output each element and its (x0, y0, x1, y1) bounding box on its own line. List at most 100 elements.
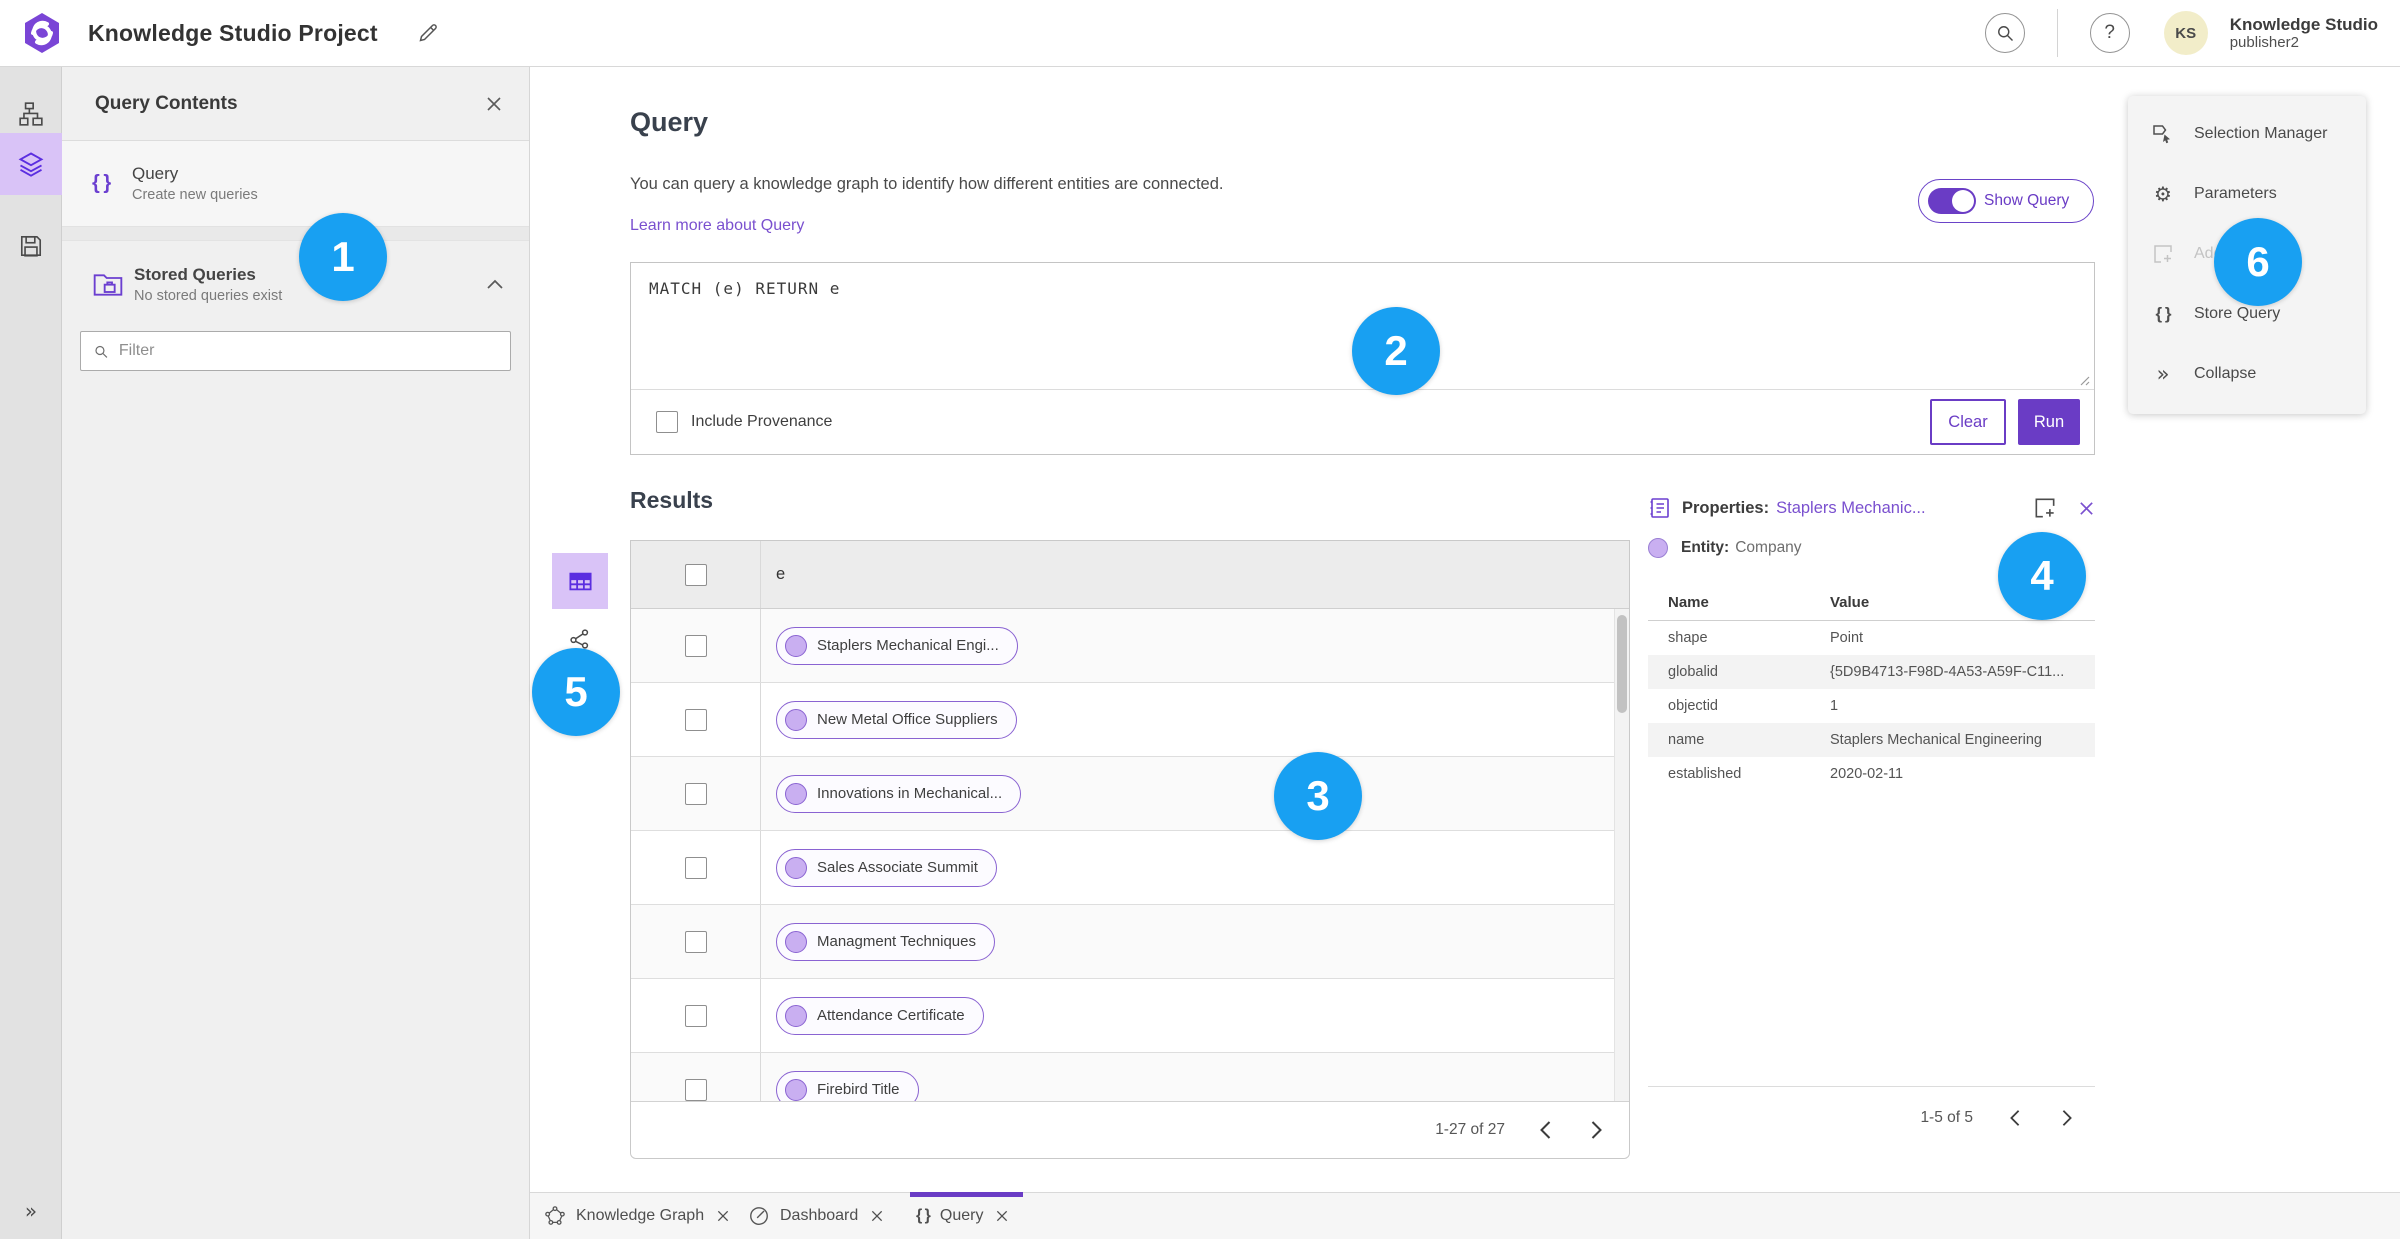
property-row: shape Point (1668, 630, 1864, 646)
properties-entity-link[interactable]: Staplers Mechanic... (1776, 499, 1925, 518)
bottom-tab-bar: Knowledge Graph Dashboard { } Query (530, 1192, 2400, 1239)
table-row[interactable]: Firebird Title (631, 1053, 1629, 1101)
results-title: Results (630, 487, 714, 513)
scrollbar-thumb[interactable] (1617, 615, 1627, 713)
annotation-badge-1: 1 (299, 213, 387, 301)
close-tab-button[interactable] (870, 1209, 884, 1223)
properties-title: Properties: (1682, 498, 1770, 517)
app-root: Knowledge Studio Project ? KS Knowledge … (0, 0, 2400, 1239)
avatar[interactable]: KS (2163, 11, 2208, 55)
tab-knowledge-graph[interactable]: Knowledge Graph (544, 1193, 730, 1239)
select-all-checkbox[interactable] (684, 563, 707, 586)
value-column-header: Value (1830, 594, 1870, 611)
stored-item-text: Stored Queries No stored queries exist (134, 265, 282, 304)
question-mark-icon: ? (2104, 22, 2115, 43)
search-button[interactable] (1984, 13, 2025, 53)
parameters-menu-item[interactable]: ⚙ Parameters (2128, 164, 2366, 224)
page-title: Query (630, 107, 709, 137)
stored-queries-description: No stored queries exist (134, 287, 283, 304)
property-row: name Staplers Mechanical Engineering (1648, 723, 2095, 757)
annotation-badge-6: 6 (2214, 218, 2302, 306)
query-contents-header: Query Contents (62, 67, 529, 141)
stored-queries-label: Stored Queries (134, 264, 256, 284)
row-checkbox[interactable] (684, 634, 707, 657)
entity-chip[interactable]: Firebird Title (776, 1070, 919, 1101)
learn-more-link[interactable]: Learn more about Query (630, 217, 804, 235)
table-row[interactable]: Staplers Mechanical Engi... (631, 609, 1629, 683)
query-code-text[interactable]: MATCH (e) RETURN e (649, 279, 840, 298)
entity-type: Company (1735, 539, 1802, 556)
entity-chip[interactable]: Managment Techniques (776, 922, 995, 961)
query-view: Query You can query a knowledge graph to… (530, 67, 2400, 1192)
clear-button[interactable]: Clear (1930, 399, 2006, 445)
table-row[interactable]: Managment Techniques (631, 905, 1629, 979)
table-view-button[interactable] (552, 553, 608, 609)
table-row[interactable]: Sales Associate Summit (631, 831, 1629, 905)
chevron-left-icon (2010, 1110, 2020, 1126)
tab-query-active[interactable]: { } Query (910, 1192, 1024, 1239)
row-checkbox[interactable] (684, 1078, 707, 1101)
results-table-body: Staplers Mechanical Engi... New Metal Of… (631, 609, 1629, 1101)
toggle-switch[interactable] (1928, 188, 1976, 214)
show-query-label: Show Query (1984, 192, 2070, 209)
results-table: e Staplers Mechanical Engi... New Metal … (630, 540, 1630, 1159)
selection-manager-menu-item[interactable]: Selection Manager (2128, 104, 2366, 164)
selection-manager-icon (2150, 122, 2176, 146)
contents-rail-button[interactable] (0, 133, 62, 195)
run-button[interactable]: Run (2018, 399, 2080, 445)
close-icon (872, 1210, 883, 1222)
next-page-button[interactable] (1586, 1116, 1607, 1144)
braces-icon: { } (92, 172, 111, 194)
annotation-badge-3: 3 (1274, 752, 1362, 840)
collapse-section-button[interactable] (487, 279, 503, 289)
properties-actions (2032, 495, 2095, 521)
close-tab-button[interactable] (716, 1209, 730, 1223)
dashboard-gauge-icon (750, 1207, 768, 1225)
close-tab-button[interactable] (995, 1209, 1009, 1223)
table-row[interactable]: New Metal Office Suppliers (631, 683, 1629, 757)
user-name: Knowledge Studio (2229, 14, 2378, 34)
save-icon (20, 235, 42, 257)
entity-chip[interactable]: Staplers Mechanical Engi... (776, 626, 1018, 665)
search-icon (1997, 26, 2013, 42)
edit-title-button[interactable] (416, 21, 440, 45)
stored-queries-item[interactable]: Stored Queries No stored queries exist (62, 241, 529, 327)
table-row[interactable]: Innovations in Mechanical... (631, 757, 1629, 831)
chevron-right-icon (2062, 1110, 2072, 1126)
entity-dot-icon (1648, 538, 1668, 558)
table-row[interactable]: Attendance Certificate (631, 979, 1629, 1053)
expand-rail-button[interactable]: » (0, 1191, 62, 1231)
previous-page-button[interactable] (1535, 1116, 1556, 1144)
query-item-label: Query (132, 164, 179, 183)
properties-previous-page-button[interactable] (2005, 1105, 2025, 1131)
entity-chip[interactable]: Sales Associate Summit (776, 848, 997, 887)
row-checkbox[interactable] (684, 930, 707, 953)
filter-field-wrap (80, 331, 511, 371)
show-query-toggle[interactable]: Show Query (1918, 179, 2094, 223)
entity-dot-icon (785, 634, 807, 657)
filter-search-icon (95, 345, 108, 358)
tab-dashboard[interactable]: Dashboard (748, 1193, 884, 1239)
stored-queries-folder-icon (93, 274, 123, 296)
close-properties-button[interactable] (2078, 500, 2095, 517)
save-rail-button[interactable] (0, 215, 62, 277)
add-to-map-button[interactable] (2032, 495, 2058, 521)
entity-chip[interactable]: New Metal Office Suppliers (776, 700, 1017, 739)
include-provenance-checkbox[interactable] (656, 411, 678, 433)
query-item-text: Query Create new queries (132, 164, 258, 203)
properties-next-page-button[interactable] (2057, 1105, 2077, 1131)
knowledge-studio-logo-icon[interactable] (22, 11, 62, 55)
collapse-menu-item[interactable]: » Collapse (2128, 344, 2366, 404)
entity-chip[interactable]: Innovations in Mechanical... (776, 774, 1022, 813)
filter-input[interactable] (118, 342, 498, 360)
row-checkbox[interactable] (684, 708, 707, 731)
row-checkbox[interactable] (684, 856, 707, 879)
entity-chip[interactable]: Attendance Certificate (776, 996, 984, 1035)
row-checkbox[interactable] (684, 1004, 707, 1027)
query-list-item[interactable]: { } Query Create new queries (62, 141, 529, 227)
help-button[interactable]: ? (2089, 13, 2130, 53)
close-panel-button[interactable] (485, 95, 503, 113)
add-to-icon (2035, 498, 2055, 518)
panel-divider-strip (62, 227, 529, 241)
row-checkbox[interactable] (684, 782, 707, 805)
